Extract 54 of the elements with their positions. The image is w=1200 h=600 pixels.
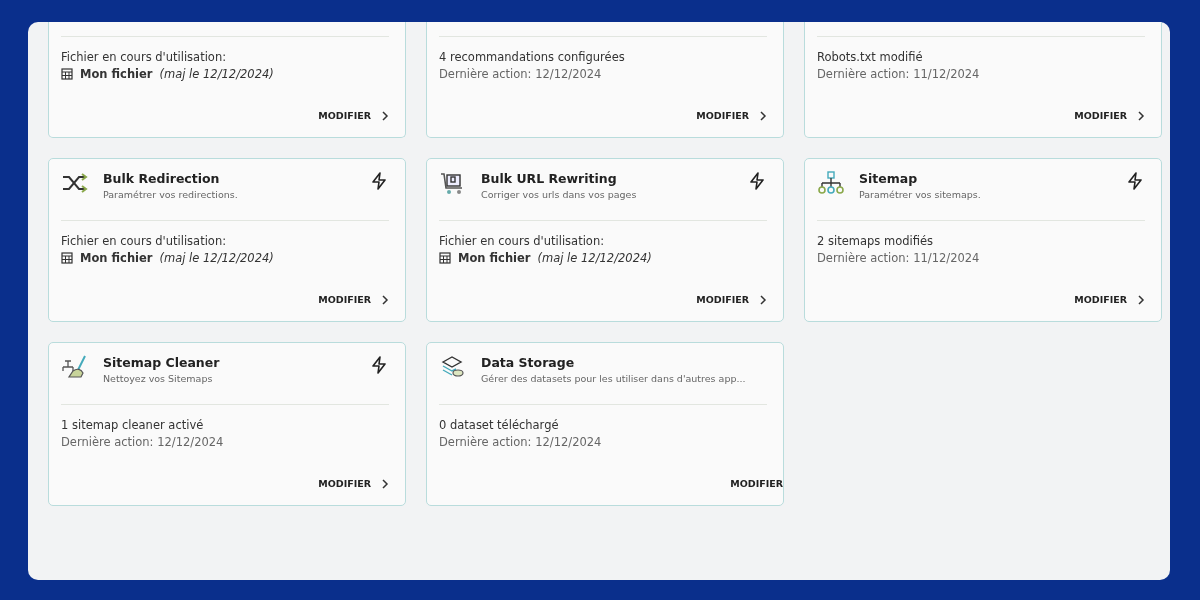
file-name: Mon fichier: [80, 251, 153, 265]
sitemap-icon: [817, 171, 845, 195]
file-date: (maj le 12/12/2024): [537, 251, 652, 265]
card-title: Sitemap Cleaner: [103, 355, 221, 370]
modify-button[interactable]: MODIFIER: [1074, 294, 1145, 305]
modify-button[interactable]: MODIFIER: [696, 110, 767, 121]
table-icon: [439, 252, 451, 264]
table-icon: [61, 252, 73, 264]
card-title: Bulk URL Rewriting: [481, 171, 618, 186]
last-action-date: Dernière action: 12/12/2024: [61, 435, 225, 449]
last-action-date: Dernière action: 12/12/2024: [439, 435, 603, 449]
modify-button[interactable]: MODIFIER: [318, 294, 389, 305]
file-name: Mon fichier: [80, 67, 153, 81]
chevron-right-icon: [759, 294, 767, 305]
card-title: Bulk Redirection: [103, 171, 221, 186]
chevron-right-icon: [1137, 110, 1145, 121]
status-text: Robots.txt modifié: [817, 50, 924, 64]
file-status-label: Fichier en cours d'utilisation:: [61, 234, 228, 248]
chevron-right-icon: [759, 110, 767, 121]
card-description: Paramétrer vos redirections.: [103, 189, 239, 200]
chevron-right-icon: [381, 478, 389, 489]
modify-button[interactable]: MODIFIER: [1074, 110, 1145, 121]
chevron-right-icon: [1137, 294, 1145, 305]
card-description: Corriger vos urls dans vos pages: [481, 189, 638, 200]
lightning-icon: [747, 171, 767, 191]
file-date: (maj le 12/12/2024): [159, 67, 274, 81]
status-text: 1 sitemap cleaner activé: [61, 418, 205, 432]
last-action-date: Dernière action: 11/12/2024: [817, 67, 981, 81]
file-name: Mon fichier: [458, 251, 531, 265]
modify-button[interactable]: MODIFIER: [730, 478, 783, 489]
lightning-icon: [1125, 171, 1145, 191]
lightning-icon: [369, 355, 389, 375]
card-description: Nettoyez vos Sitemaps: [103, 373, 214, 384]
modify-button[interactable]: MODIFIER: [318, 478, 389, 489]
status-text: 4 recommandations configurées: [439, 50, 626, 64]
modify-button[interactable]: MODIFIER: [696, 294, 767, 305]
status-text: 0 dataset téléchargé: [439, 418, 560, 432]
card-title: Data Storage: [481, 355, 576, 370]
card-description: Gérer des datasets pour les utiliser dans d'autres app...: [481, 373, 747, 384]
file-date: (maj le 12/12/2024): [159, 251, 274, 265]
shuffle-arrows-icon: [61, 171, 89, 195]
card-description: Paramétrer vos sitemaps.: [859, 189, 982, 200]
status-text: 2 sitemaps modifiés: [817, 234, 934, 248]
table-icon: [61, 68, 73, 80]
last-action-date: Dernière action: 11/12/2024: [817, 251, 981, 265]
chevron-right-icon: [381, 110, 389, 121]
broom-sitemap-icon: [61, 355, 89, 379]
lightning-icon: [369, 171, 389, 191]
last-action-date: Dernière action: 12/12/2024: [439, 67, 603, 81]
file-status-label: Fichier en cours d'utilisation:: [61, 50, 228, 64]
chevron-right-icon: [381, 294, 389, 305]
card-title: Sitemap: [859, 171, 919, 186]
modify-button[interactable]: MODIFIER: [318, 110, 389, 121]
file-status-label: Fichier en cours d'utilisation:: [439, 234, 606, 248]
